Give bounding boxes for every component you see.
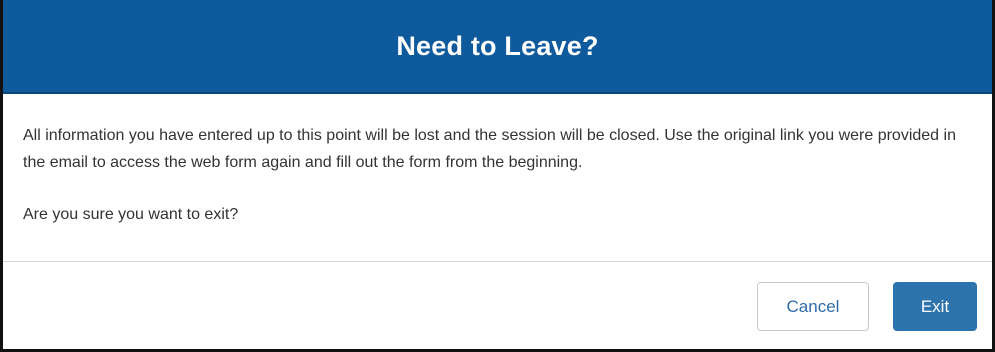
cancel-button[interactable]: Cancel <box>757 282 869 331</box>
dialog-footer: Cancel Exit <box>3 262 992 349</box>
dialog-question: Are you sure you want to exit? <box>23 206 239 223</box>
dialog-body: All information you have entered up to t… <box>3 94 992 262</box>
leave-dialog: Need to Leave? All information you have … <box>0 0 995 352</box>
dialog-message: All information you have entered up to t… <box>23 127 956 171</box>
dialog-header: Need to Leave? <box>3 0 992 94</box>
dialog-title: Need to Leave? <box>396 30 599 61</box>
exit-button[interactable]: Exit <box>893 282 977 331</box>
